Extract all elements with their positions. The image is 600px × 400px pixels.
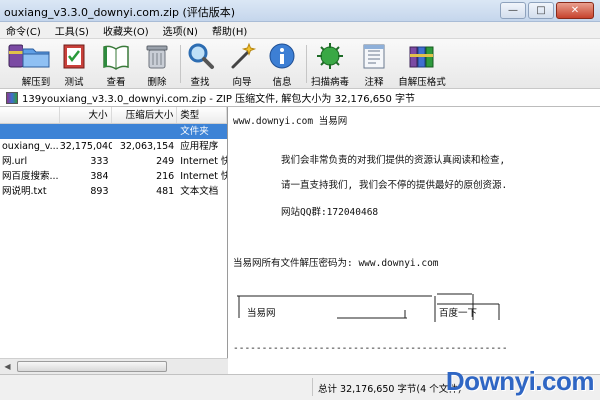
- menu-bar: 命令(C) 工具(S) 收藏夹(O) 选项(N) 帮助(H): [0, 22, 600, 39]
- column-name[interactable]: [0, 107, 60, 123]
- comment-button[interactable]: 注释: [352, 41, 396, 88]
- scrollbar-thumb[interactable]: [17, 361, 167, 372]
- column-packed[interactable]: 压缩后大小: [112, 107, 178, 123]
- sfx-label: 自解压格式: [398, 77, 446, 88]
- comment-label: 注释: [364, 77, 384, 88]
- sfx-icon: [407, 41, 437, 71]
- watermark: Downyi.com: [445, 366, 595, 396]
- comment-line: 请一直支持我们, 我们会不停的提供最好的原创资源.: [281, 180, 508, 191]
- horizontal-scrollbar[interactable]: ◀: [0, 358, 228, 374]
- menu-favorites[interactable]: 收藏夹(O): [96, 23, 156, 38]
- file-size: 893: [90, 186, 109, 197]
- folder-extract-icon: [21, 41, 51, 71]
- menu-options[interactable]: 选项(N): [156, 23, 205, 38]
- comment-icon: [359, 41, 389, 71]
- file-row[interactable]: ouxiang_v... 32,175,040 32,063,154 应用程序: [0, 139, 227, 154]
- archive-icon: [6, 91, 18, 104]
- file-size: 32,175,040: [59, 141, 112, 152]
- file-packed-size: 216: [156, 171, 175, 182]
- file-row[interactable]: 网说明.txt 893 481 文本文档: [0, 184, 227, 199]
- view-book-icon: [101, 41, 131, 71]
- file-list-header: 大小 压缩后大小 类型: [0, 107, 227, 124]
- comment-line: 网站QQ群:172040468: [281, 207, 379, 218]
- window-title: ouxiang_v3.3.0_downyi.com.zip (评估版本): [4, 6, 236, 19]
- comment-pane: www.downyi.com 当易网 我们会非常负责的对我们提供的资源认真阅读和…: [229, 107, 600, 374]
- file-size: 384: [90, 171, 109, 182]
- comment-line: 当易网所有文件解压密码为: www.downyi.com: [233, 258, 439, 269]
- find-button[interactable]: 查找: [178, 41, 222, 88]
- file-type: 文本文档: [180, 186, 219, 197]
- comment-line: www.downyi.com 当易网: [233, 116, 348, 127]
- file-size: 333: [90, 156, 109, 167]
- trash-icon: [142, 41, 172, 71]
- file-name: 网百度搜索...: [2, 171, 59, 182]
- file-list-pane: 大小 压缩后大小 类型 文件夹 ouxiang_v... 32,175,040 …: [0, 107, 228, 374]
- scroll-left-icon[interactable]: ◀: [0, 359, 15, 374]
- test-book-icon: [59, 41, 89, 71]
- wand-icon: [227, 41, 257, 71]
- file-packed-size: [112, 124, 178, 139]
- view-button[interactable]: 查看: [94, 41, 138, 88]
- find-label: 查找: [190, 77, 210, 88]
- view-label: 查看: [106, 77, 126, 88]
- test-button[interactable]: 测试: [52, 41, 96, 88]
- wizard-label: 向导: [232, 77, 252, 88]
- file-packed-size: 481: [156, 186, 175, 197]
- file-packed-size: 249: [156, 156, 175, 167]
- magnifier-icon: [185, 41, 215, 71]
- file-packed-size: 32,063,154: [119, 141, 175, 152]
- file-row[interactable]: 网百度搜索... 384 216 Internet 快: [0, 169, 227, 184]
- virus-scan-label: 扫描病毒: [310, 77, 349, 88]
- delete-label: 删除: [147, 77, 167, 88]
- file-name: [0, 124, 60, 139]
- file-name: 网说明.txt: [2, 186, 47, 197]
- file-row-parent-folder[interactable]: 文件夹: [0, 124, 227, 139]
- info-button[interactable]: 信息: [260, 41, 304, 88]
- wizard-button[interactable]: 向导: [220, 41, 264, 88]
- menu-tools[interactable]: 工具(S): [48, 23, 96, 38]
- menu-help[interactable]: 帮助(H): [205, 23, 254, 38]
- comment-line: 我们会非常负责的对我们提供的资源认真阅读和检查,: [281, 155, 506, 166]
- box-label-left: 当易网: [247, 308, 276, 319]
- file-name: 网.url: [2, 156, 28, 167]
- file-type: Internet 快: [180, 156, 227, 167]
- info-icon: [267, 41, 297, 71]
- toolbar-separator: [306, 45, 307, 83]
- column-size[interactable]: 大小: [60, 107, 112, 123]
- file-type: 文件夹: [180, 126, 209, 137]
- file-name: ouxiang_v...: [2, 141, 59, 152]
- comment-divider: ----------------------------------------…: [233, 343, 508, 354]
- address-bar[interactable]: 139youxiang_v3.3.0_downyi.com.zip - ZIP …: [0, 89, 600, 107]
- sfx-button[interactable]: 自解压格式: [398, 41, 446, 88]
- window-controls: — □ ✕: [498, 2, 594, 19]
- file-type: Internet 快: [180, 171, 227, 182]
- close-button[interactable]: ✕: [556, 2, 594, 19]
- virus-scan-icon: [315, 41, 345, 71]
- status-text: 总计 32,176,650 字节(4 个文件): [318, 384, 462, 395]
- menu-command[interactable]: 命令(C): [0, 23, 48, 38]
- archive-path: 139youxiang_v3.3.0_downyi.com.zip - ZIP …: [22, 94, 416, 105]
- virus-scan-button[interactable]: 扫描病毒: [308, 41, 352, 88]
- file-size: [60, 124, 112, 139]
- toolbar: 解压到 测试 查看 删除 查找 向导 信息 扫描病毒 注释 自解压格式: [0, 39, 600, 89]
- extract-to-label: 解压到: [21, 77, 51, 88]
- box-label-right: 百度一下: [439, 308, 478, 319]
- status-divider: [312, 378, 313, 396]
- info-label: 信息: [272, 77, 292, 88]
- minimize-button[interactable]: —: [500, 2, 526, 19]
- column-type[interactable]: 类型: [177, 107, 227, 123]
- delete-button[interactable]: 删除: [135, 41, 179, 88]
- file-type: 应用程序: [180, 141, 219, 152]
- file-row[interactable]: 网.url 333 249 Internet 快: [0, 154, 227, 169]
- title-bar: ouxiang_v3.3.0_downyi.com.zip (评估版本) — □…: [0, 0, 600, 22]
- test-label: 测试: [64, 77, 84, 88]
- maximize-button[interactable]: □: [528, 2, 554, 19]
